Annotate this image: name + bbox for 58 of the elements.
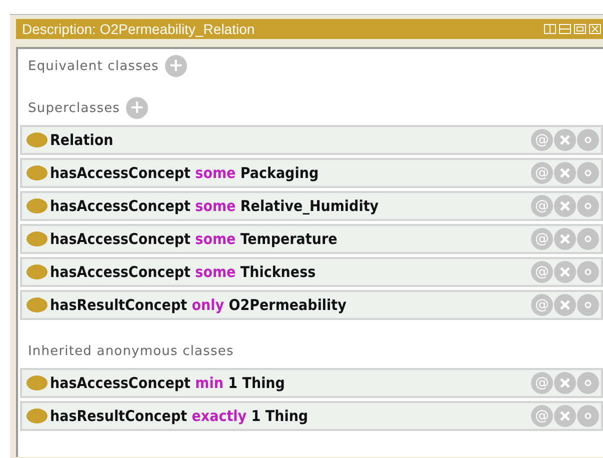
delete-icon[interactable] [554, 405, 576, 427]
class-expression-row[interactable]: hasAccessConcept min 1 Thing @ [20, 368, 603, 398]
delete-icon[interactable] [554, 195, 576, 217]
class-expression-row[interactable]: hasAccessConcept some Relative_Humidity @ [20, 191, 603, 221]
edit-icon[interactable] [577, 228, 599, 250]
class-expression: hasResultConcept exactly 1 Thing [50, 407, 308, 425]
class-icon [26, 132, 48, 148]
class-icon [26, 297, 48, 313]
class-icon [26, 198, 48, 214]
class-expression: hasAccessConcept some Temperature [50, 230, 338, 248]
delete-icon[interactable] [554, 228, 576, 250]
annotate-button[interactable]: @ [531, 405, 553, 427]
edit-icon[interactable] [577, 372, 599, 394]
class-expression: hasAccessConcept some Packaging [50, 164, 319, 182]
add-button[interactable]: + [164, 55, 187, 77]
annotate-button[interactable]: @ [531, 372, 553, 394]
panel-title: Description: O2Permeability_Relation [22, 21, 255, 37]
split-horizontal-icon[interactable] [559, 24, 571, 34]
annotate-button[interactable]: @ [531, 228, 553, 250]
maximize-icon[interactable] [574, 24, 586, 34]
section-label: Inherited anonymous classes [28, 344, 234, 358]
edit-icon[interactable] [577, 294, 599, 316]
edit-icon[interactable] [577, 162, 599, 184]
annotate-button[interactable]: @ [531, 162, 553, 184]
class-expression-row[interactable]: hasResultConcept only O2Permeability @ [20, 290, 603, 320]
delete-icon[interactable] [554, 129, 576, 151]
class-expression-row[interactable]: hasAccessConcept some Thickness @ [20, 257, 603, 287]
section-label: Superclasses [28, 100, 120, 116]
class-expression-row[interactable]: hasResultConcept exactly 1 Thing @ [20, 401, 603, 431]
annotate-button[interactable]: @ [531, 261, 553, 283]
delete-icon[interactable] [554, 162, 576, 184]
class-expression: hasAccessConcept some Thickness [50, 263, 316, 281]
split-view-icon[interactable] [544, 24, 556, 34]
class-expression-row[interactable]: Relation @ [20, 125, 603, 155]
class-expression: hasResultConcept only O2Permeability [50, 296, 346, 314]
edit-icon[interactable] [577, 261, 599, 283]
delete-icon[interactable] [554, 294, 576, 316]
edit-icon[interactable] [577, 129, 599, 151]
class-expression-row[interactable]: hasAccessConcept some Temperature @ [20, 224, 603, 254]
class-icon [26, 375, 48, 391]
delete-icon[interactable] [554, 372, 576, 394]
class-icon [26, 231, 48, 247]
annotate-button[interactable]: @ [531, 294, 553, 316]
class-expression: hasAccessConcept min 1 Thing [50, 374, 285, 392]
class-expression: Relation [50, 131, 114, 149]
class-icon [26, 165, 48, 181]
close-icon[interactable] [589, 24, 601, 34]
annotate-button[interactable]: @ [531, 129, 553, 151]
class-expression-row[interactable]: hasAccessConcept some Packaging @ [20, 158, 603, 188]
annotate-button[interactable]: @ [531, 195, 553, 217]
class-expression: hasAccessConcept some Relative_Humidity [50, 197, 379, 215]
edit-icon[interactable] [577, 405, 599, 427]
add-button[interactable]: + [126, 97, 148, 119]
delete-icon[interactable] [554, 261, 576, 283]
class-icon [26, 408, 48, 424]
class-icon [26, 264, 48, 280]
section-label: Equivalent classes [28, 58, 159, 74]
edit-icon[interactable] [577, 195, 599, 217]
